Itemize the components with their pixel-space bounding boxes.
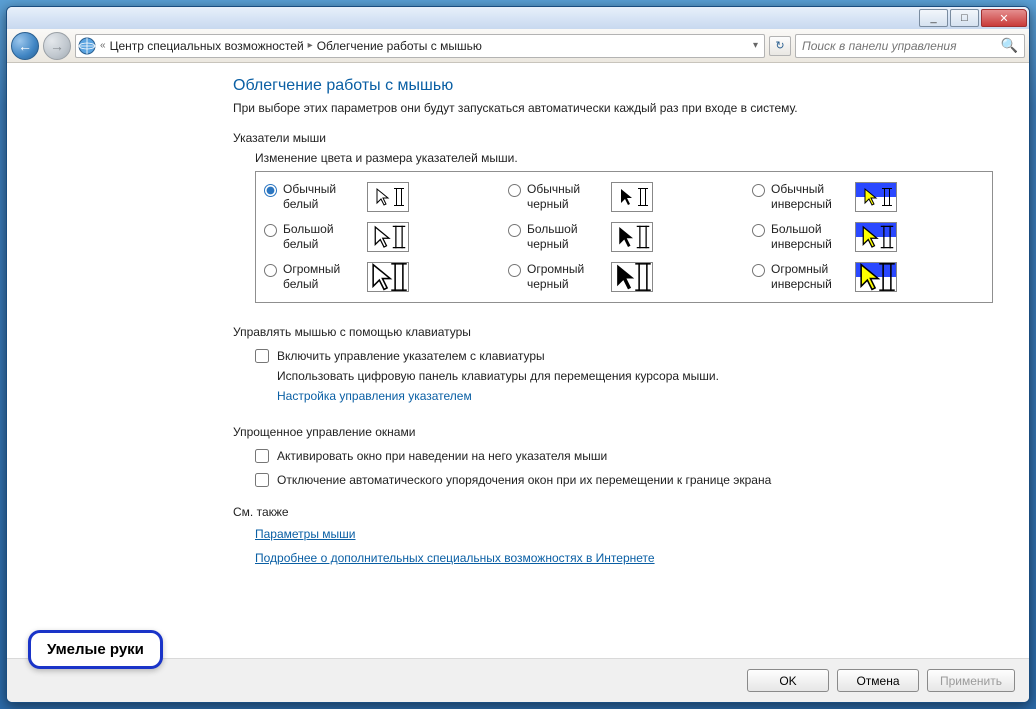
page-subtitle: При выборе этих параметров они будут зап…	[233, 101, 993, 115]
cursor-preview-icon	[367, 222, 409, 252]
navbar: ← → « Центр специальных возможностей ▸ О…	[7, 29, 1029, 63]
keyboard-mouse-label: Включить управление указателем с клавиат…	[277, 349, 545, 363]
back-button[interactable]: ←	[11, 32, 39, 60]
cursor-preview-icon	[611, 262, 653, 292]
section-pointers: Указатели мыши	[233, 131, 993, 145]
pointer-option-large-black[interactable]: Большой черный	[508, 222, 740, 252]
keyboard-mouse-checkbox[interactable]	[255, 349, 269, 363]
breadcrumb[interactable]: « Центр специальных возможностей ▸ Облег…	[75, 34, 765, 58]
content-area: Облегчение работы с мышью При выборе эти…	[7, 63, 1029, 658]
cursor-preview-icon	[855, 262, 897, 292]
see-also-label: См. также	[233, 505, 993, 519]
pointer-option-large-inverse[interactable]: Большой инверсный	[752, 222, 984, 252]
keyboard-mouse-desc: Использовать цифровую панель клавиатуры …	[277, 369, 993, 383]
cursor-preview-icon	[855, 182, 897, 212]
pointer-option-regular-white[interactable]: Обычный белый	[264, 182, 496, 212]
refresh-button[interactable]: ↻	[769, 36, 791, 56]
cursor-preview-icon	[611, 182, 653, 212]
watermark-badge: Умелые руки	[28, 630, 163, 669]
window-frame: _ □ ✕ ← → « Центр специальных возможност…	[6, 6, 1030, 703]
pointer-size-group: Обычный белый Обычный черный Обычный инв…	[255, 171, 993, 303]
search-icon[interactable]: 🔍	[1001, 37, 1018, 54]
breadcrumb-leading-icon: «	[100, 40, 106, 51]
cursor-preview-icon	[367, 262, 409, 292]
ok-button[interactable]: OK	[747, 669, 829, 692]
pointer-option-large-white[interactable]: Большой белый	[264, 222, 496, 252]
cancel-button[interactable]: Отмена	[837, 669, 919, 692]
cursor-preview-icon	[855, 222, 897, 252]
cursor-preview-icon	[367, 182, 409, 212]
breadcrumb-sep-icon: ▸	[308, 40, 313, 51]
titlebar: _ □ ✕	[7, 7, 1029, 29]
pointer-settings-link[interactable]: Настройка управления указателем	[277, 389, 472, 403]
pointer-option-regular-inverse[interactable]: Обычный инверсный	[752, 182, 984, 212]
pointer-option-regular-black[interactable]: Обычный черный	[508, 182, 740, 212]
disable-snap-checkbox[interactable]	[255, 473, 269, 487]
button-bar: OK Отмена Применить	[7, 658, 1029, 702]
page-title: Облегчение работы с мышью	[233, 77, 993, 95]
pointer-option-huge-white[interactable]: Огромный белый	[264, 262, 496, 292]
breadcrumb-item-2[interactable]: Облегчение работы с мышью	[317, 39, 482, 53]
pointer-option-huge-black[interactable]: Огромный черный	[508, 262, 740, 292]
pointer-option-huge-inverse[interactable]: Огромный инверсный	[752, 262, 984, 292]
cursor-preview-icon	[611, 222, 653, 252]
control-panel-icon	[78, 37, 96, 55]
maximize-button[interactable]: □	[950, 9, 979, 27]
section-windows: Упрощенное управление окнами	[233, 425, 993, 439]
pointers-desc: Изменение цвета и размера указателей мыш…	[255, 151, 993, 165]
activate-on-hover-label: Активировать окно при наведении на него …	[277, 449, 607, 463]
more-accessibility-link[interactable]: Подробнее о дополнительных специальных в…	[255, 551, 655, 565]
minimize-button[interactable]: _	[919, 9, 948, 27]
breadcrumb-dropdown-icon[interactable]: ▾	[753, 40, 758, 51]
close-button[interactable]: ✕	[981, 9, 1027, 27]
search-input[interactable]	[802, 39, 1001, 53]
mouse-settings-link[interactable]: Параметры мыши	[255, 527, 356, 541]
forward-button: →	[43, 32, 71, 60]
disable-snap-label: Отключение автоматического упорядочения …	[277, 473, 771, 487]
section-keyboard: Управлять мышью с помощью клавиатуры	[233, 325, 993, 339]
breadcrumb-item-1[interactable]: Центр специальных возможностей	[110, 39, 304, 53]
search-box[interactable]: 🔍	[795, 34, 1025, 58]
activate-on-hover-checkbox[interactable]	[255, 449, 269, 463]
apply-button[interactable]: Применить	[927, 669, 1015, 692]
